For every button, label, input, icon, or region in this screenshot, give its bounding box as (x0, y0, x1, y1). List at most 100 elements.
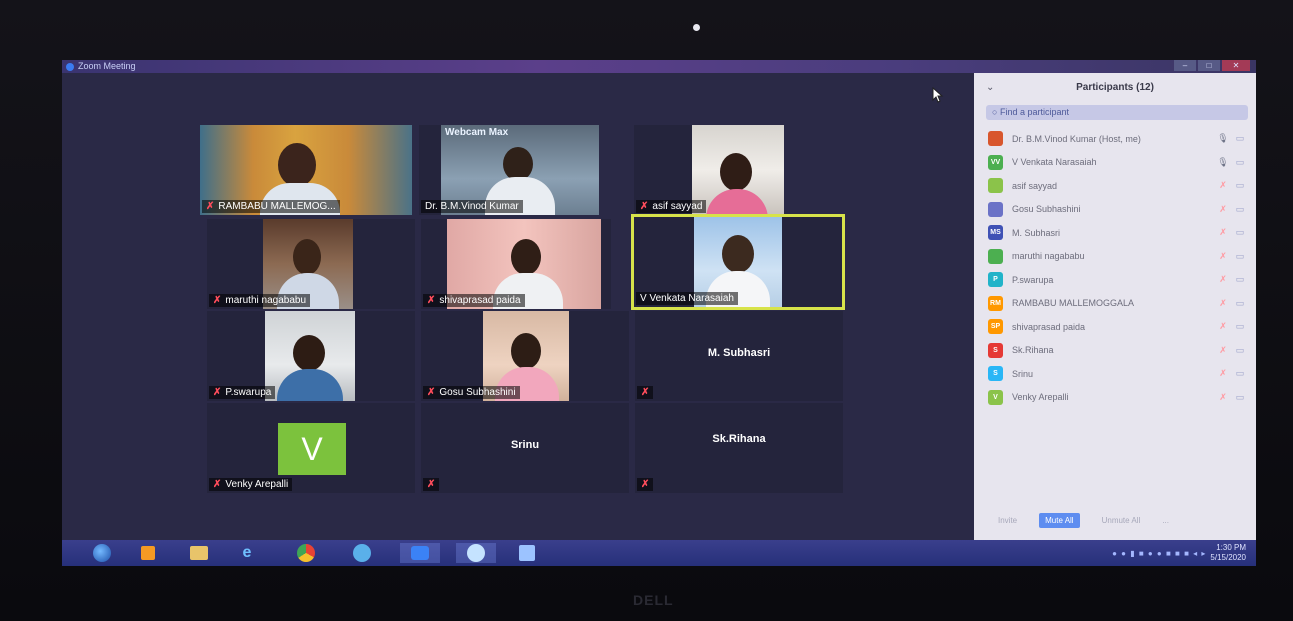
clock[interactable]: 1:30 PM 5/15/2020 (1210, 543, 1246, 563)
webcam-led (693, 24, 700, 31)
participant-row[interactable]: maruthi nagababu ✗ ▭ (988, 245, 1250, 269)
taskbar-app-webcam[interactable] (348, 543, 376, 563)
participant-row[interactable]: V Venky Arepalli ✗ ▭ (988, 386, 1250, 410)
video-tile[interactable]: Webcam Max Dr. B.M.Vinod Kumar (419, 125, 599, 215)
camera-icon[interactable]: ▭ (1230, 345, 1250, 356)
video-tile-active-speaker[interactable]: V Venkata Narasaiah (631, 214, 845, 310)
mic-muted-icon: ✗ (427, 387, 436, 398)
taskbar-app-explorer[interactable] (186, 543, 212, 563)
mic-muted-icon: ✗ (213, 387, 222, 398)
taskbar-app-webcam-max[interactable] (456, 543, 496, 563)
microphone-muted-icon[interactable]: ✗ (1216, 368, 1230, 379)
tray-icons[interactable]: ● ● ▮ ■ ● ● ■ ■ ■ ◂ ▸ (1112, 549, 1206, 558)
microphone-muted-icon[interactable]: ✗ (1216, 204, 1230, 215)
microphone-muted-icon[interactable]: ✗ (1216, 345, 1230, 356)
taskbar-app-media-player[interactable] (136, 543, 160, 563)
participant-row[interactable]: asif sayyad ✗ ▭ (988, 174, 1250, 198)
camera-icon[interactable]: ▭ (1230, 321, 1250, 332)
microphone-muted-icon[interactable]: ✗ (1216, 180, 1230, 191)
mic-muted-icon: ✗ (641, 387, 650, 398)
camera-icon[interactable]: ▭ (1230, 133, 1250, 144)
microphone-muted-icon[interactable]: ✗ (1216, 298, 1230, 309)
microphone-icon[interactable]: 🎙 (1216, 133, 1230, 144)
participant-row[interactable]: MS M. Subhasri ✗ ▭ (988, 221, 1250, 245)
participant-avatar (988, 131, 1003, 147)
video-tile[interactable]: V ✗ Venky Arepalli (207, 403, 415, 493)
participant-row[interactable]: S Sk.Rihana ✗ ▭ (988, 339, 1250, 363)
mic-muted-icon: ✗ (427, 479, 436, 490)
microphone-muted-icon[interactable]: ✗ (1216, 251, 1230, 262)
window-title-text: Zoom Meeting (78, 61, 136, 71)
microphone-icon[interactable]: 🎙 (1216, 157, 1230, 168)
participant-avatar (988, 178, 1003, 194)
search-icon: ○ (992, 107, 998, 117)
participant-row[interactable]: SP shivaprasad paida ✗ ▭ (988, 315, 1250, 339)
participant-name: ✗ maruthi nagababu (209, 294, 311, 307)
invite-button[interactable]: Invite (998, 516, 1017, 525)
more-options-button[interactable]: ... (1162, 516, 1169, 525)
video-tile[interactable]: ✗ P.swarupa (207, 311, 415, 401)
mic-muted-icon: ✗ (640, 201, 649, 212)
participant-name: ✗ (423, 478, 440, 491)
camera-icon[interactable]: ▭ (1230, 392, 1250, 403)
participant-name-text: asif sayyad (652, 201, 703, 212)
minimize-button[interactable]: – (1174, 60, 1196, 71)
window-titlebar[interactable]: Zoom Meeting – □ ✕ (62, 60, 1256, 73)
video-tile[interactable]: ✗ asif sayyad (634, 125, 784, 215)
taskbar-app-zoom[interactable] (400, 543, 440, 563)
participant-name: ✗ P.swarupa (209, 386, 276, 399)
microphone-muted-icon[interactable]: ✗ (1216, 321, 1230, 332)
participant-row[interactable]: RM RAMBABU MALLEMOGGALA ✗ ▭ (988, 292, 1250, 316)
camera-icon[interactable]: ▭ (1230, 204, 1250, 215)
taskbar-app-ie[interactable]: e (234, 543, 260, 563)
video-tile[interactable]: ✗ Gosu Subhashini (421, 311, 629, 401)
windows-taskbar: e ● ● ▮ ■ ● ● ■ ■ ■ ◂ ▸ 1:30 PM 5/15/202… (62, 540, 1256, 566)
video-tile[interactable]: ✗ RAMBABU MALLEMOG... (200, 125, 412, 215)
maximize-button[interactable]: □ (1198, 60, 1220, 71)
participants-title: Participants (12) (1076, 82, 1154, 93)
participant-row[interactable]: Dr. B.M.Vinod Kumar (Host, me) 🎙 ▭ (988, 127, 1250, 151)
microphone-muted-icon[interactable]: ✗ (1216, 227, 1230, 238)
word-icon (519, 545, 535, 561)
microphone-muted-icon[interactable]: ✗ (1216, 274, 1230, 285)
close-button[interactable]: ✕ (1222, 60, 1250, 71)
participant-row[interactable]: P P.swarupa ✗ ▭ (988, 268, 1250, 292)
start-button[interactable] (90, 543, 114, 563)
camera-icon[interactable]: ▭ (1230, 368, 1250, 379)
video-gallery: ✗ RAMBABU MALLEMOG... Webcam Max Dr. B.M… (62, 73, 974, 540)
unmute-all-button[interactable]: Unmute All (1102, 516, 1141, 525)
participant-row[interactable]: Gosu Subhashini ✗ ▭ (988, 198, 1250, 222)
participant-name-text: V Venkata Narasaiah (640, 293, 734, 304)
participant-name: maruthi nagababu (1012, 251, 1085, 262)
participant-avatar: S (988, 342, 1003, 358)
taskbar-app-word[interactable] (514, 543, 540, 563)
video-tile[interactable]: Srinu ✗ (421, 403, 629, 493)
participant-avatar: VV (988, 154, 1003, 170)
camera-icon[interactable]: ▭ (1230, 227, 1250, 238)
mute-all-button[interactable]: Mute All (1039, 512, 1080, 528)
video-tile[interactable]: Sk.Rihana ✗ (635, 403, 843, 493)
microphone-muted-icon[interactable]: ✗ (1216, 392, 1230, 403)
participant-name: V Venkata Narasaiah (636, 292, 738, 305)
participant-name: ✗ shivaprasad paida (423, 294, 525, 307)
participant-name-centered: M. Subhasri (707, 347, 771, 359)
system-tray: ● ● ▮ ■ ● ● ■ ■ ■ ◂ ▸ 1:30 PM 5/15/2020 (1112, 542, 1246, 564)
participant-row[interactable]: VV V Venkata Narasaiah 🎙 ▭ (988, 151, 1250, 175)
video-tile[interactable]: M. Subhasri ✗ (635, 311, 843, 401)
camera-icon[interactable]: ▭ (1230, 251, 1250, 262)
participant-name: RAMBABU MALLEMOGGALA (1012, 298, 1135, 309)
camera-icon[interactable]: ▭ (1230, 157, 1250, 168)
participant-row[interactable]: S Srinu ✗ ▭ (988, 362, 1250, 386)
participant-name: asif sayyad (1012, 180, 1058, 191)
webcam-overlay-label: Webcam Max (445, 127, 509, 138)
video-tile[interactable]: ✗ maruthi nagababu (207, 219, 415, 309)
participant-avatar: SP (988, 319, 1003, 335)
participant-name: shivaprasad paida (1012, 321, 1086, 332)
participant-search-input[interactable]: ○ Find a participant (986, 105, 1248, 120)
camera-icon[interactable]: ▭ (1230, 180, 1250, 191)
camera-icon[interactable]: ▭ (1230, 274, 1250, 285)
video-tile[interactable]: ✗ shivaprasad paida (421, 219, 611, 309)
camera-icon[interactable]: ▭ (1230, 298, 1250, 309)
taskbar-app-chrome[interactable] (292, 543, 320, 563)
participant-name-text: Dr. B.M.Vinod Kumar (425, 201, 519, 212)
